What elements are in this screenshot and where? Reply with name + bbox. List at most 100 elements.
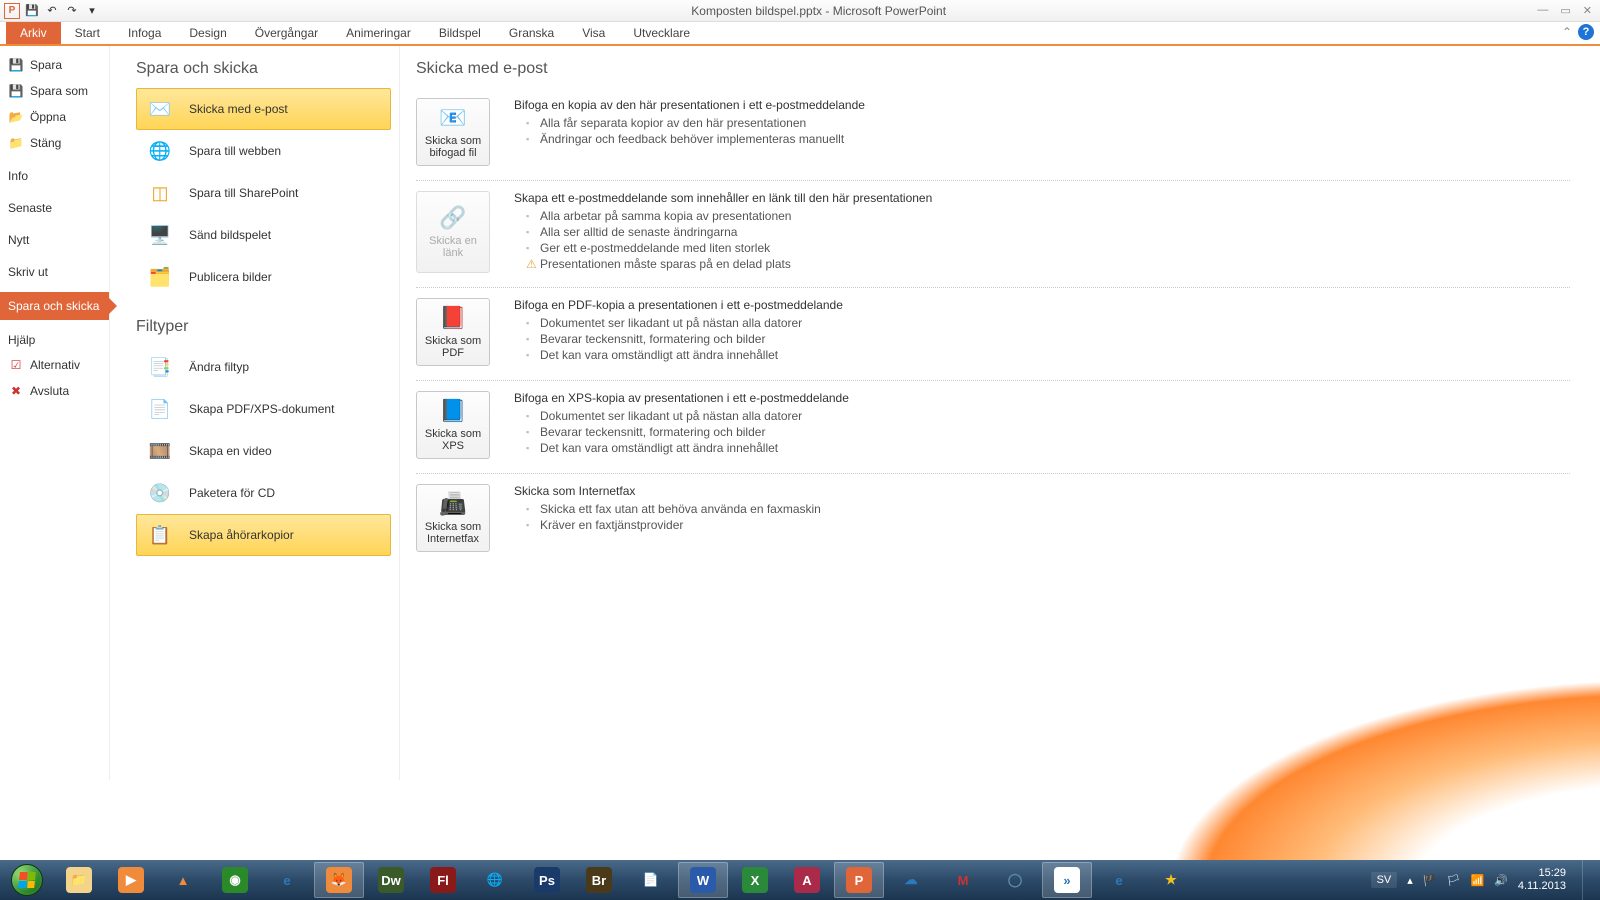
ppt-icon: P: [846, 867, 872, 893]
firefox-icon: 🦊: [326, 867, 352, 893]
envelope-icon: ✉️: [145, 94, 175, 124]
tb-excel[interactable]: X: [730, 862, 780, 898]
tab-granska[interactable]: Granska: [495, 22, 568, 44]
tray-action-center-icon[interactable]: 🏳: [1447, 874, 1461, 887]
nav-help[interactable]: Hjälp: [0, 328, 109, 352]
tb-ie[interactable]: e: [262, 862, 312, 898]
tray-clock[interactable]: 15:29 4.11.2013: [1518, 867, 1566, 893]
tab-design[interactable]: Design: [175, 22, 240, 44]
mid-send-email[interactable]: ✉️Skicka med e-post: [136, 88, 391, 130]
tray-volume-icon[interactable]: 🔊: [1494, 874, 1508, 887]
restore-button[interactable]: ▭: [1560, 4, 1570, 17]
mid-create-pdf-xps[interactable]: 📄Skapa PDF/XPS-dokument: [136, 388, 391, 430]
btn-send-as-xps[interactable]: 📘Skicka som XPS: [416, 391, 490, 459]
bullet: Det kan vara omständligt att ändra inneh…: [526, 348, 1570, 362]
tab-animeringar[interactable]: Animeringar: [332, 22, 425, 44]
disk-icon: 💾: [8, 57, 24, 73]
tb-word[interactable]: W: [678, 862, 728, 898]
nav-save[interactable]: 💾Spara: [0, 52, 109, 78]
bullet: Alla ser alltid de senaste ändringarna: [526, 225, 1570, 239]
handouts-icon: 📋: [145, 520, 175, 550]
tb-dreamweaver[interactable]: Dw: [366, 862, 416, 898]
nav-close-label: Stäng: [30, 136, 61, 150]
star-icon: ★: [1158, 867, 1184, 893]
tb-powerpoint[interactable]: P: [834, 862, 884, 898]
btn-send-as-attachment[interactable]: 📧Skicka som bifogad fil: [416, 98, 490, 166]
tb-wmp[interactable]: ▶: [106, 862, 156, 898]
taskbar-apps: 📁 ▶ ▲ ◉ e 🦊 Dw Fl 🌐 Ps Br 📄 W X A P ☁ M …: [54, 862, 1196, 898]
tb-vlc[interactable]: ▲: [158, 862, 208, 898]
tab-start[interactable]: Start: [61, 22, 114, 44]
nav-new-label: Nytt: [8, 233, 29, 247]
nav-options[interactable]: ☑Alternativ: [0, 352, 109, 378]
nav-print-label: Skriv ut: [8, 265, 48, 279]
tray-chevron-icon[interactable]: ▴: [1407, 874, 1413, 887]
mid-change-filetype[interactable]: 📑Ändra filtyp: [136, 346, 391, 388]
tb-app2[interactable]: »: [1042, 862, 1092, 898]
nav-save-as[interactable]: 💾Spara som: [0, 78, 109, 104]
tab-infoga[interactable]: Infoga: [114, 22, 175, 44]
tb-bridge[interactable]: Br: [574, 862, 624, 898]
btn-send-as-fax[interactable]: 📠 Skicka som Internetfax: [416, 484, 490, 552]
nav-recent[interactable]: Senaste: [0, 196, 109, 220]
nav-new[interactable]: Nytt: [0, 228, 109, 252]
tb-favorites[interactable]: ★: [1146, 862, 1196, 898]
tray-language[interactable]: SV: [1371, 872, 1398, 888]
cd-icon: 💿: [145, 478, 175, 508]
tray-flag-icon[interactable]: 🏴: [1423, 874, 1437, 887]
tab-overgangar[interactable]: Övergångar: [241, 22, 332, 44]
nav-info[interactable]: Info: [0, 164, 109, 188]
tb-wmc[interactable]: ◉: [210, 862, 260, 898]
tb-gmail[interactable]: M: [938, 862, 988, 898]
minimize-button[interactable]: —: [1537, 4, 1548, 17]
tab-arkiv[interactable]: Arkiv: [6, 22, 61, 44]
mid-package-cd[interactable]: 💿Paketera för CD: [136, 472, 391, 514]
mid-create-handouts[interactable]: 📋Skapa åhörarkopior: [136, 514, 391, 556]
tab-visa[interactable]: Visa: [568, 22, 619, 44]
mid-publish-slides[interactable]: 🗂️Publicera bilder: [136, 256, 391, 298]
title-bar: P 💾 ↶ ↷ ▾ Komposten bildspel.pptx - Micr…: [0, 0, 1600, 22]
nav-exit[interactable]: ✖Avsluta: [0, 378, 109, 404]
nav-open[interactable]: 📂Öppna: [0, 104, 109, 130]
mid-save-sharepoint[interactable]: ◫Spara till SharePoint: [136, 172, 391, 214]
mid-create-video[interactable]: 🎞️Skapa en video: [136, 430, 391, 472]
desc-fax-head: Skicka som Internetfax: [514, 484, 1570, 498]
tb-app1[interactable]: ◯: [990, 862, 1040, 898]
tb-notepad[interactable]: 📄: [626, 862, 676, 898]
start-button[interactable]: [4, 862, 50, 898]
section-link: 🔗Skicka en länk Skapa ett e-postmeddelan…: [416, 181, 1570, 288]
mid-publish-slides-label: Publicera bilder: [189, 270, 272, 284]
qat-more-icon[interactable]: ▾: [84, 3, 100, 19]
tb-skydrive[interactable]: ☁: [886, 862, 936, 898]
desc-pdf-head: Bifoga en PDF-kopia a presentationen i e…: [514, 298, 1570, 312]
tb-photoshop[interactable]: Ps: [522, 862, 572, 898]
tray-network-icon[interactable]: 📶: [1470, 874, 1484, 887]
save-icon[interactable]: 💾: [24, 3, 40, 19]
mid-broadcast[interactable]: 🖥️Sänd bildspelet: [136, 214, 391, 256]
nav-save-send[interactable]: Spara och skicka: [0, 292, 109, 320]
tab-bildspel[interactable]: Bildspel: [425, 22, 495, 44]
fax-icon: 📠: [439, 491, 466, 517]
tab-utvecklare[interactable]: Utvecklare: [619, 22, 704, 44]
options-icon: ☑: [8, 357, 24, 373]
pdf-icon: 📄: [145, 394, 175, 424]
show-desktop-button[interactable]: [1582, 860, 1592, 900]
undo-icon[interactable]: ↶: [44, 3, 60, 19]
gmail-icon: M: [950, 867, 976, 893]
close-button[interactable]: ✕: [1583, 4, 1592, 17]
btn-send-as-fax-label: Skicka som Internetfax: [419, 521, 487, 545]
tb-access[interactable]: A: [782, 862, 832, 898]
tb-flash[interactable]: Fl: [418, 862, 468, 898]
tb-ie2[interactable]: e: [1094, 862, 1144, 898]
tb-firefox[interactable]: 🦊: [314, 862, 364, 898]
nav-print[interactable]: Skriv ut: [0, 260, 109, 284]
help-icon[interactable]: ?: [1578, 24, 1594, 40]
nav-recent-label: Senaste: [8, 201, 52, 215]
btn-send-as-pdf[interactable]: 📕Skicka som PDF: [416, 298, 490, 366]
nav-close[interactable]: 📁Stäng: [0, 130, 109, 156]
tb-chrome[interactable]: 🌐: [470, 862, 520, 898]
redo-icon[interactable]: ↷: [64, 3, 80, 19]
ribbon-minimize-icon[interactable]: ⌃: [1562, 25, 1572, 39]
tb-explorer[interactable]: 📁: [54, 862, 104, 898]
mid-save-web[interactable]: 🌐Spara till webben: [136, 130, 391, 172]
